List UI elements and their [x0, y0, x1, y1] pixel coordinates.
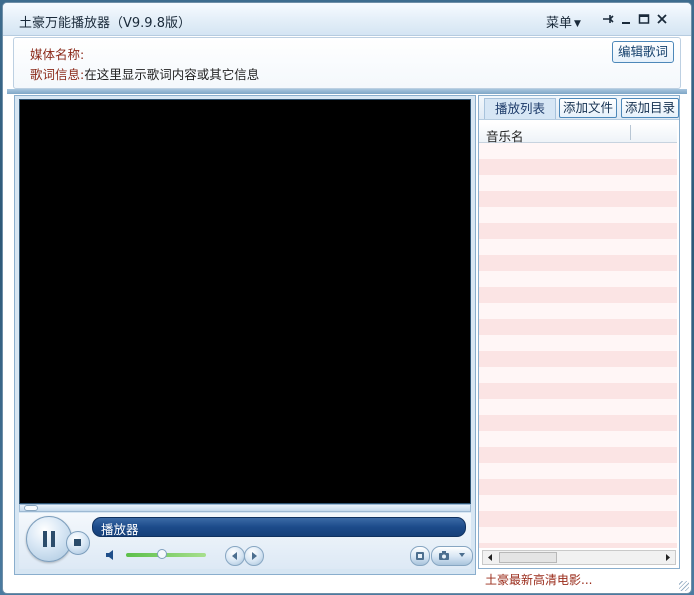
video-display[interactable] [19, 99, 471, 504]
lyrics-value: 在这里显示歌词内容或其它信息 [84, 67, 260, 82]
scroll-thumb[interactable] [499, 552, 557, 563]
snapshot-menu-button[interactable] [431, 546, 473, 566]
media-name-row: 媒体名称: [30, 44, 84, 63]
lyrics-row: 歌词信息:在这里显示歌词内容或其它信息 [30, 64, 259, 83]
chevron-down-icon: ▼ [574, 19, 581, 29]
stop-icon [74, 539, 81, 546]
scroll-left-icon[interactable] [484, 552, 497, 563]
resize-grip[interactable] [679, 581, 689, 591]
play-pause-button[interactable] [26, 516, 72, 562]
horizontal-scrollbar[interactable] [482, 550, 676, 565]
next-button[interactable] [244, 546, 264, 566]
separator-band [7, 89, 687, 94]
control-bar: 播放器 [19, 513, 473, 569]
status-text: 播放器 [101, 522, 139, 537]
next-icon [252, 552, 257, 560]
stop-button[interactable] [66, 531, 90, 555]
lyrics-label: 歌词信息: [30, 67, 85, 82]
seek-bar[interactable] [19, 504, 471, 512]
main-menu-button[interactable]: 菜单 ▼ [546, 12, 581, 31]
close-icon[interactable] [654, 11, 670, 27]
seek-thumb[interactable] [24, 505, 38, 511]
playlist-header[interactable]: 音乐名 [479, 123, 677, 144]
previous-icon [232, 552, 237, 560]
player-area: 播放器 [14, 95, 476, 575]
fullscreen-button[interactable] [410, 546, 430, 566]
scroll-right-icon[interactable] [661, 552, 674, 563]
pin-icon[interactable] [600, 11, 616, 27]
pause-icon [43, 531, 55, 547]
media-name-label: 媒体名称: [30, 47, 85, 62]
edit-lyrics-button[interactable]: 编辑歌词 [611, 41, 674, 63]
title-bar[interactable]: 土豪万能播放器（V9.9.8版） 菜单 ▼ [3, 3, 691, 36]
playlist-toolbar: 播放列表 添加文件 添加目录 [479, 96, 680, 120]
promo-link[interactable]: 土豪最新高清电影... [485, 571, 592, 588]
add-file-button[interactable]: 添加文件 [559, 98, 618, 118]
info-panel: 媒体名称: 歌词信息:在这里显示歌词内容或其它信息 编辑歌词 [13, 37, 681, 89]
menu-label: 菜单 [546, 16, 573, 31]
column-divider[interactable] [630, 125, 631, 140]
add-folder-button[interactable]: 添加目录 [621, 98, 680, 118]
fullscreen-icon [416, 552, 424, 560]
chevron-down-icon [459, 553, 465, 557]
playlist-list[interactable] [479, 143, 677, 548]
window-title: 土豪万能播放器（V9.9.8版） [19, 16, 191, 31]
previous-button[interactable] [225, 546, 245, 566]
minimize-icon[interactable] [618, 11, 634, 27]
speaker-icon[interactable] [105, 549, 117, 564]
snapshot-icon [439, 551, 449, 560]
tab-playlist[interactable]: 播放列表 [484, 98, 556, 119]
status-bar: 播放器 [92, 517, 466, 537]
volume-thumb[interactable] [157, 549, 167, 559]
volume-slider[interactable] [126, 549, 206, 559]
player-window: 土豪万能播放器（V9.9.8版） 菜单 ▼ 媒体名称: 歌词信息:在这里显示歌词内… [2, 2, 692, 594]
maximize-icon[interactable] [636, 11, 652, 27]
playlist-panel: 播放列表 添加文件 添加目录 音乐名 [478, 95, 680, 569]
